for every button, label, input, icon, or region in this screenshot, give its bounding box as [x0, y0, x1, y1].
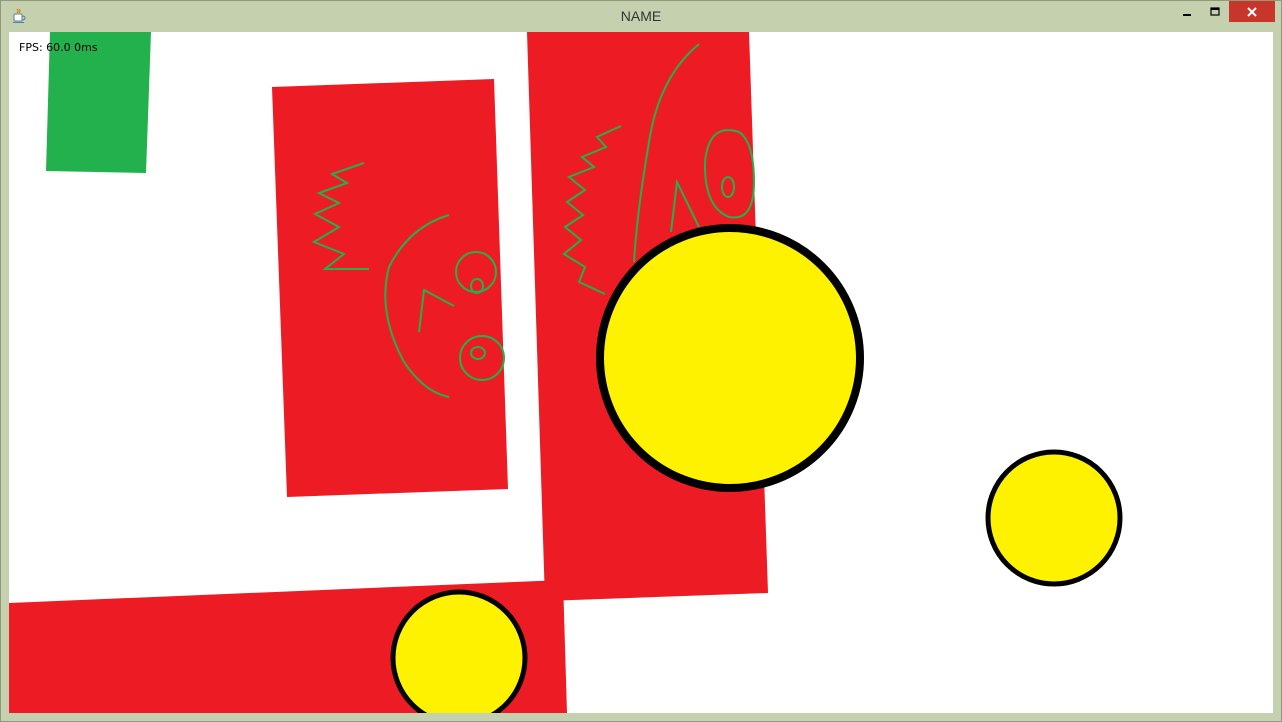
ball-bottom [390, 589, 528, 713]
fps-counter: FPS: 60.0 0ms [19, 41, 98, 54]
maximize-icon [1210, 6, 1220, 16]
close-icon [1247, 6, 1257, 17]
title-bar[interactable]: NAME [1, 1, 1281, 31]
minimize-icon [1183, 13, 1191, 16]
window-title: NAME [620, 8, 662, 24]
red-block-left [272, 79, 508, 497]
ball-large [596, 224, 864, 492]
close-button[interactable] [1229, 1, 1275, 22]
maximize-button[interactable] [1201, 1, 1229, 22]
game-scene [9, 32, 1123, 713]
game-canvas[interactable]: FPS: 60.0 0ms [9, 32, 1273, 713]
ball-right [985, 449, 1123, 587]
game-window: NAME FPS: 60.0 0ms [0, 0, 1282, 722]
minimize-button[interactable] [1173, 1, 1201, 22]
